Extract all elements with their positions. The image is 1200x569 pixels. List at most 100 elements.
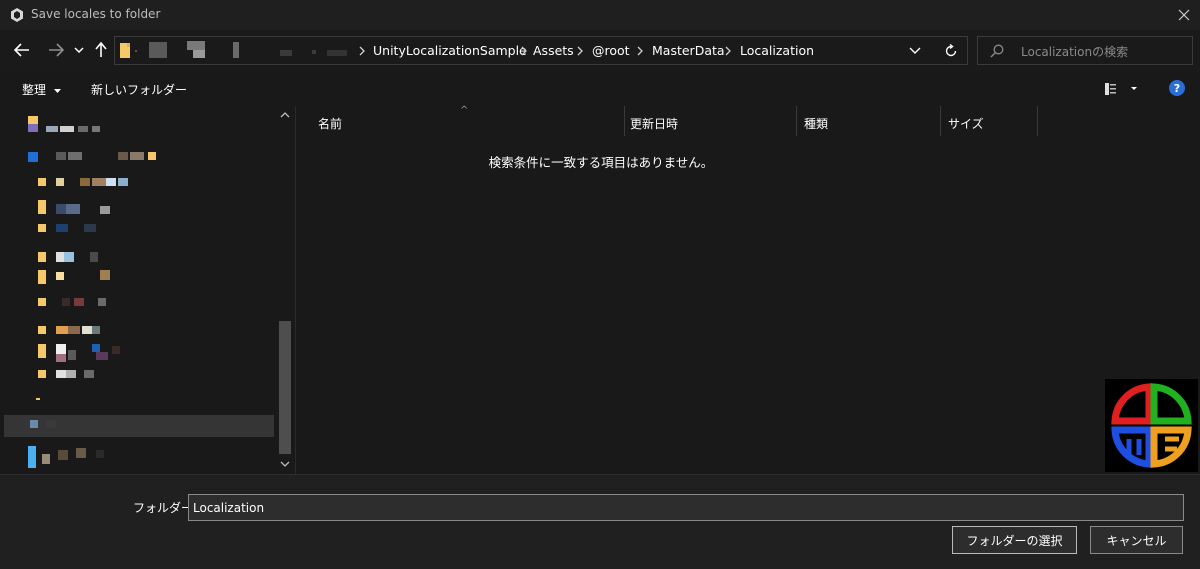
refresh-button[interactable]: [940, 41, 962, 61]
folder-name-input[interactable]: [188, 494, 1184, 521]
redacted-tree-pixel: [38, 270, 46, 284]
back-button[interactable]: [10, 38, 34, 62]
close-button[interactable]: [1170, 2, 1198, 28]
redacted-tree-pixel: [36, 398, 40, 400]
close-icon: [1178, 9, 1190, 21]
navigation-bar: UnityLocalizationSample Assets @root Mas…: [0, 30, 1200, 72]
organize-label: 整理: [22, 83, 47, 97]
redacted-tree-pixel: [38, 224, 46, 232]
redacted-tree-pixel: [118, 178, 128, 186]
redacted-path: [280, 50, 292, 56]
search-input[interactable]: Localizationの検索: [977, 36, 1193, 65]
redacted-tree-pixel: [56, 272, 64, 280]
chevron-down-icon: [909, 47, 921, 54]
organize-menu[interactable]: 整理: [22, 81, 61, 98]
redacted-tree-pixel: [28, 152, 38, 162]
arrow-left-icon: [14, 43, 29, 57]
redacted-tree-pixel: [56, 178, 64, 186]
select-folder-button[interactable]: フォルダーの選択: [952, 526, 1077, 554]
search-placeholder: Localizationの検索: [1021, 45, 1129, 59]
redacted-tree-pixel: [84, 370, 94, 378]
redacted-path: [327, 50, 347, 56]
redacted-path: [233, 42, 239, 58]
redacted-path: [149, 42, 167, 58]
column-header-modified[interactable]: 更新日時: [624, 106, 796, 136]
address-bar[interactable]: UnityLocalizationSample Assets @root Mas…: [114, 36, 968, 65]
redacted-tree-pixel: [96, 450, 104, 458]
cancel-button[interactable]: キャンセル: [1090, 526, 1183, 554]
title-bar: Save locales to folder: [0, 0, 1200, 30]
redacted-tree-pixel: [38, 344, 46, 358]
help-button[interactable]: ?: [1169, 80, 1185, 96]
redacted-tree-pixel: [68, 152, 82, 160]
breadcrumb-item[interactable]: MasterData: [652, 43, 725, 58]
column-header-size[interactable]: サイズ: [940, 106, 1037, 136]
address-dropdown-button[interactable]: [904, 41, 926, 61]
redacted-tree-pixel: [76, 448, 86, 458]
breadcrumb-item[interactable]: Localization: [740, 43, 814, 58]
redacted-path: [187, 41, 205, 50]
recent-locations-button[interactable]: [71, 38, 87, 62]
breadcrumb-item[interactable]: Assets: [533, 43, 574, 58]
breadcrumb-item[interactable]: @root: [592, 43, 630, 58]
redacted-tree-pixel: [28, 446, 36, 468]
navigation-pane[interactable]: [0, 106, 296, 474]
redacted-tree-pixel: [46, 126, 58, 132]
chevron-down-icon[interactable]: [280, 459, 290, 469]
redacted-tree-pixel: [64, 252, 74, 262]
column-header-type[interactable]: 種類: [796, 106, 940, 136]
redacted-tree-pixel: [92, 126, 100, 132]
redacted-tree-pixel: [90, 252, 98, 262]
breadcrumb-item[interactable]: UnityLocalizationSample: [373, 43, 527, 58]
arrow-up-icon: [95, 42, 107, 57]
redacted-tree-pixel: [74, 298, 84, 306]
redacted-tree-pixel: [28, 124, 38, 132]
chevron-up-icon[interactable]: [280, 110, 290, 120]
chevron-right-icon: [577, 46, 583, 56]
redacted-tree-pixel: [38, 370, 46, 378]
redacted-tree-pixel: [80, 178, 90, 186]
column-header-name[interactable]: 名前: [310, 106, 624, 136]
scrollbar-thumb[interactable]: [279, 321, 291, 454]
window-title: Save locales to folder: [31, 7, 161, 21]
caret-down-icon: [53, 88, 61, 93]
logo-watermark: [1105, 379, 1198, 472]
search-icon: [990, 44, 1004, 58]
new-folder-button[interactable]: 新しいフォルダー: [91, 81, 187, 98]
redacted-tree-pixel: [92, 326, 100, 334]
redacted-tree-pixel: [56, 152, 66, 160]
chevron-down-icon: [74, 47, 84, 53]
redacted-tree-pixel: [62, 298, 70, 306]
redacted-tree-pixel: [106, 178, 116, 186]
empty-folder-message: 検索条件に一致する項目はありません。: [488, 155, 714, 170]
refresh-icon: [945, 44, 957, 57]
redacted-tree-pixel: [92, 344, 100, 352]
redacted-tree-pixel: [56, 344, 66, 354]
redacted-tree-pixel: [38, 252, 46, 262]
forward-button[interactable]: [44, 38, 68, 62]
redacted-tree-pixel: [92, 178, 106, 186]
change-view-button[interactable]: [1103, 81, 1143, 97]
chevron-right-icon: [521, 46, 527, 56]
tree-item-selected[interactable]: [4, 415, 274, 437]
column-divider[interactable]: [1037, 106, 1038, 136]
redacted-tree-pixel: [98, 298, 106, 306]
navigation-scrollbar[interactable]: [276, 106, 294, 474]
command-bar: 整理 新しいフォルダー ?: [0, 72, 1200, 106]
redacted-tree-pixel: [38, 200, 46, 214]
chevron-right-icon: [637, 46, 643, 56]
redacted-tree-pixel: [38, 326, 46, 334]
arrow-right-icon: [49, 43, 64, 57]
redacted-tree-pixel: [130, 152, 144, 160]
folder-icon: [120, 43, 130, 58]
redacted-tree-pixel: [100, 206, 110, 214]
redacted-tree-pixel: [66, 370, 76, 378]
redacted-tree-pixel: [118, 152, 128, 160]
redacted-tree-pixel: [56, 370, 66, 378]
redacted-tree-pixel: [30, 420, 38, 428]
chevron-right-icon: [359, 46, 365, 56]
redacted-tree-pixel: [82, 326, 92, 334]
redacted-tree-pixel: [78, 126, 88, 132]
up-button[interactable]: [92, 38, 110, 62]
redacted-path: [312, 50, 316, 54]
